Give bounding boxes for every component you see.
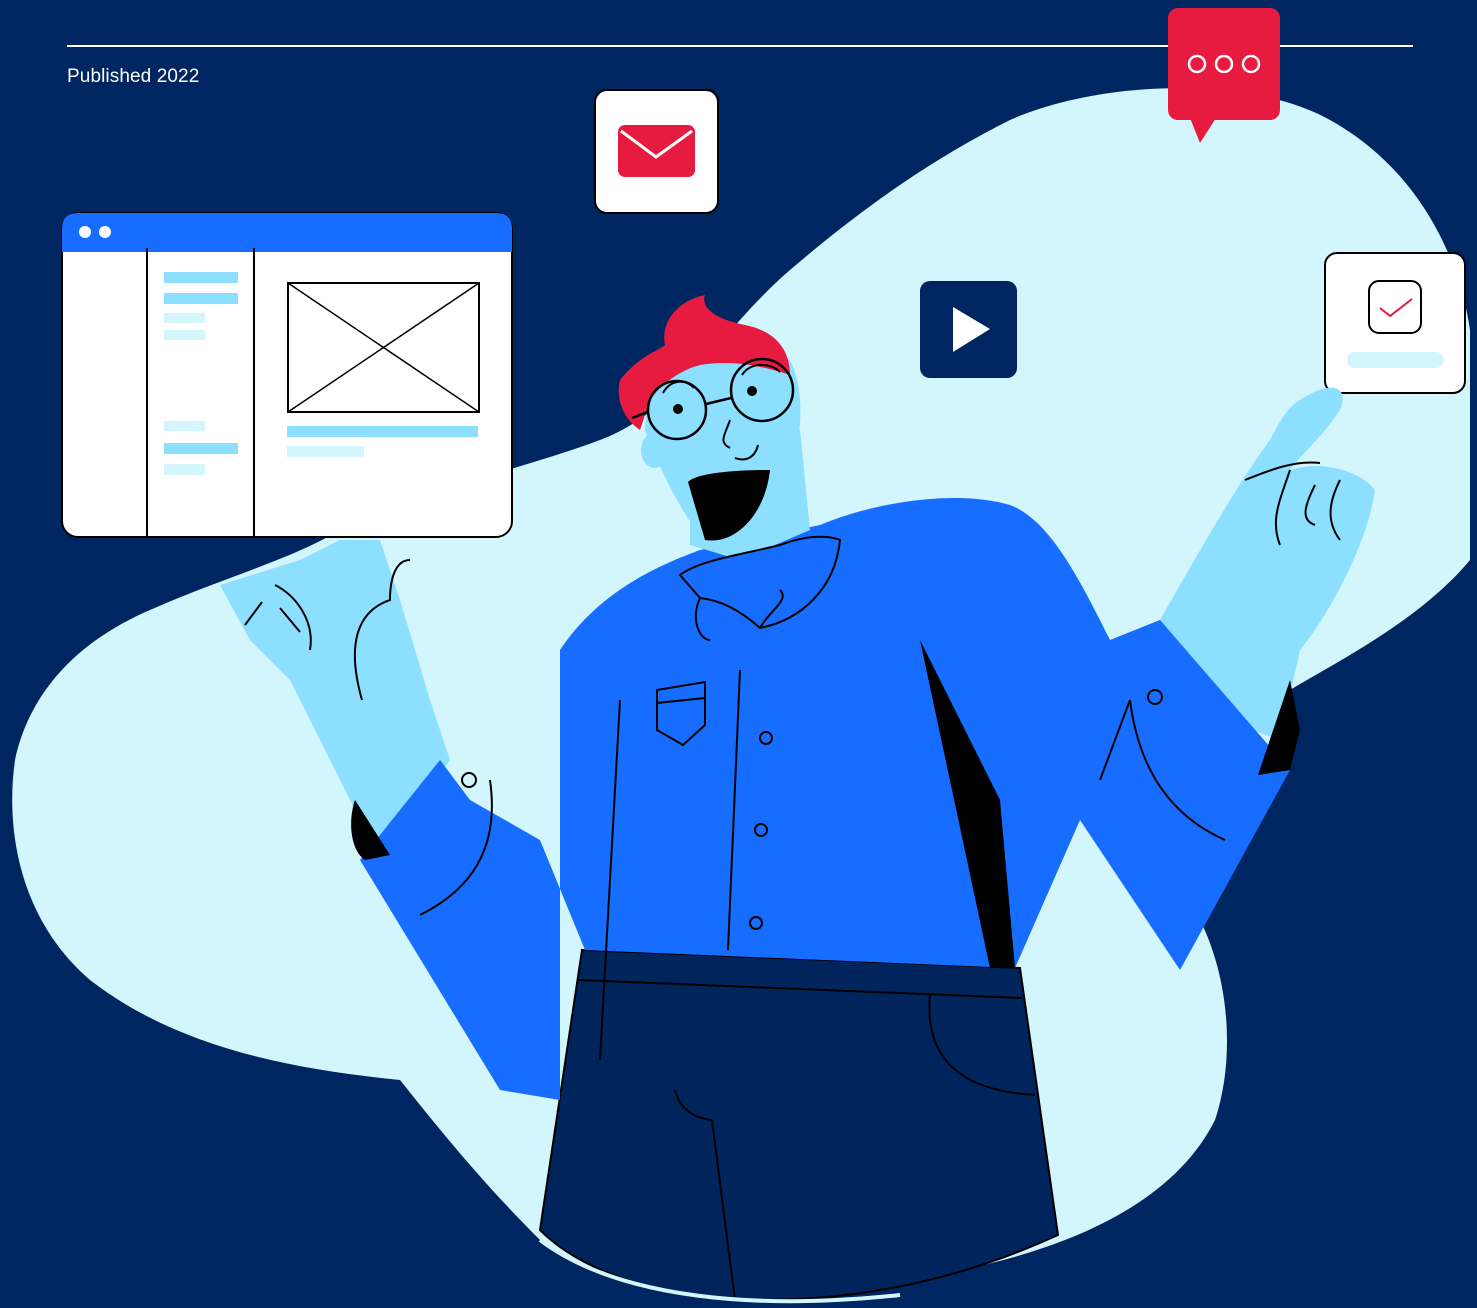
mail-icon xyxy=(594,89,719,214)
image-placeholder-icon xyxy=(287,282,480,413)
hero-illustration xyxy=(12,8,1470,1304)
browser-window-icon xyxy=(61,212,513,538)
checkbox-icon xyxy=(1324,252,1466,394)
play-icon xyxy=(920,281,1017,378)
trousers xyxy=(538,948,1060,1302)
